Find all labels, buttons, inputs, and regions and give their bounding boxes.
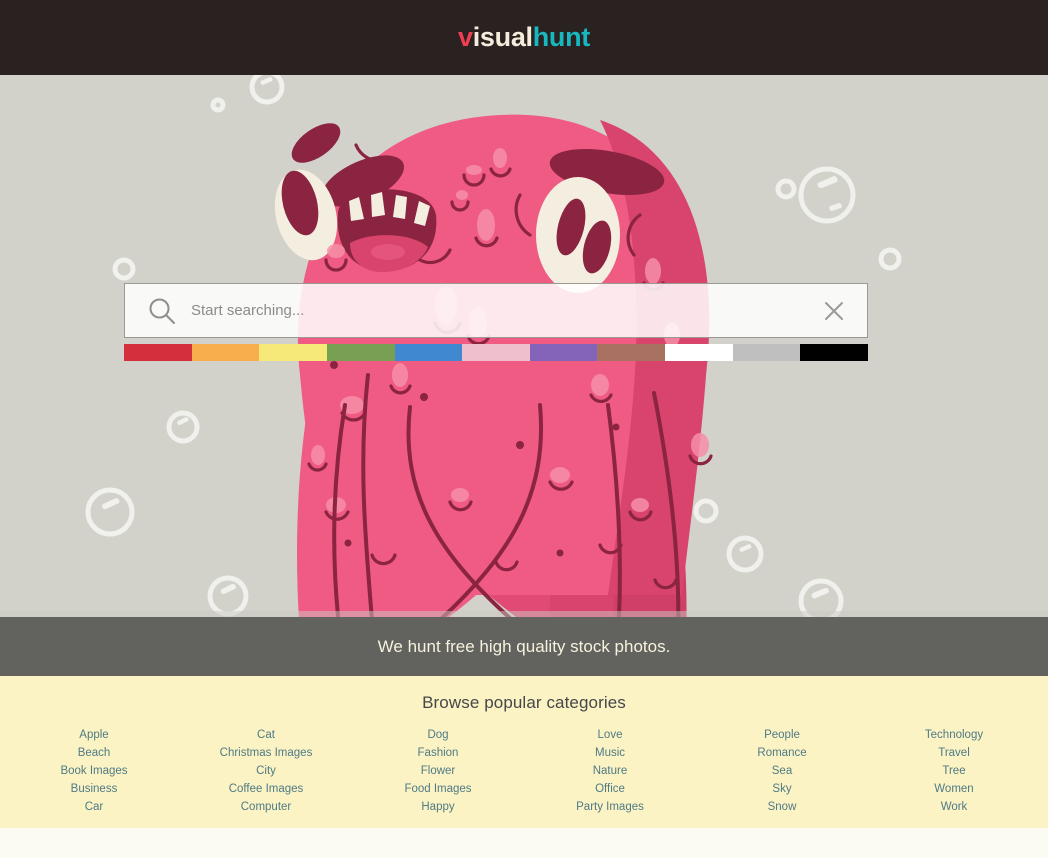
category-link-business[interactable]: Business (8, 780, 180, 798)
category-link-computer[interactable]: Computer (180, 798, 352, 816)
swatch-orange[interactable] (191, 344, 260, 361)
hero-section (0, 75, 1048, 617)
swatch-gray[interactable] (732, 344, 801, 361)
tagline-text: We hunt free high quality stock photos. (377, 636, 671, 656)
category-link-cat[interactable]: Cat (180, 726, 352, 744)
category-link-flower[interactable]: Flower (352, 762, 524, 780)
page-bottom-strip (0, 828, 1048, 858)
category-link-dog[interactable]: Dog (352, 726, 524, 744)
swatch-red[interactable] (124, 344, 192, 361)
category-column-3: Dog Fashion Flower Food Images Happy (352, 726, 524, 816)
search-icon (149, 298, 175, 324)
swatch-yellow[interactable] (259, 344, 327, 361)
logo-part-isual: isual (472, 22, 533, 52)
category-link-christmas-images[interactable]: Christmas Images (180, 744, 352, 762)
category-link-apple[interactable]: Apple (8, 726, 180, 744)
category-link-food-images[interactable]: Food Images (352, 780, 524, 798)
color-filter-swatches (124, 344, 869, 361)
categories-section: Browse popular categories Apple Beach Bo… (0, 676, 1048, 828)
search-box[interactable] (124, 283, 868, 338)
category-link-people[interactable]: People (696, 726, 868, 744)
category-link-travel[interactable]: Travel (868, 744, 1040, 762)
swatch-brown[interactable] (597, 344, 666, 361)
category-column-1: Apple Beach Book Images Business Car (8, 726, 180, 816)
category-column-5: People Romance Sea Sky Snow (696, 726, 868, 816)
site-header: visualhunt (0, 0, 1048, 75)
category-column-4: Love Music Nature Office Party Images (524, 726, 696, 816)
category-link-happy[interactable]: Happy (352, 798, 524, 816)
category-link-coffee-images[interactable]: Coffee Images (180, 780, 352, 798)
category-link-office[interactable]: Office (524, 780, 696, 798)
category-link-sky[interactable]: Sky (696, 780, 868, 798)
category-link-snow[interactable]: Snow (696, 798, 868, 816)
close-icon[interactable] (821, 298, 847, 324)
category-link-nature[interactable]: Nature (524, 762, 696, 780)
category-link-city[interactable]: City (180, 762, 352, 780)
category-link-music[interactable]: Music (524, 744, 696, 762)
category-link-book-images[interactable]: Book Images (8, 762, 180, 780)
logo-part-v: v (457, 22, 473, 52)
category-column-6: Technology Travel Tree Women Work (868, 726, 1040, 816)
tagline-banner: We hunt free high quality stock photos. (0, 617, 1048, 676)
category-link-romance[interactable]: Romance (696, 744, 868, 762)
category-link-women[interactable]: Women (868, 780, 1040, 798)
category-link-tree[interactable]: Tree (868, 762, 1040, 780)
site-logo[interactable]: visualhunt (458, 24, 590, 51)
category-link-sea[interactable]: Sea (696, 762, 868, 780)
category-link-technology[interactable]: Technology (868, 726, 1040, 744)
swatch-black[interactable] (800, 344, 869, 361)
page-root: visualhunt Start searching... We hunt fr… (0, 0, 1048, 858)
swatch-pink[interactable] (462, 344, 530, 361)
category-link-work[interactable]: Work (868, 798, 1040, 816)
category-link-fashion[interactable]: Fashion (352, 744, 524, 762)
category-link-beach[interactable]: Beach (8, 744, 180, 762)
category-link-love[interactable]: Love (524, 726, 696, 744)
category-link-car[interactable]: Car (8, 798, 180, 816)
logo-part-hunt: hunt (532, 22, 591, 52)
swatch-blue[interactable] (394, 344, 463, 361)
category-link-party-images[interactable]: Party Images (524, 798, 696, 816)
category-column-2: Cat Christmas Images City Coffee Images … (180, 726, 352, 816)
swatch-green[interactable] (326, 344, 395, 361)
swatch-purple[interactable] (529, 344, 598, 361)
categories-title: Browse popular categories (422, 693, 626, 712)
search-area (124, 283, 869, 361)
search-input[interactable] (191, 302, 821, 319)
categories-columns: Apple Beach Book Images Business Car Cat… (0, 726, 1048, 816)
swatch-white[interactable] (665, 344, 733, 361)
